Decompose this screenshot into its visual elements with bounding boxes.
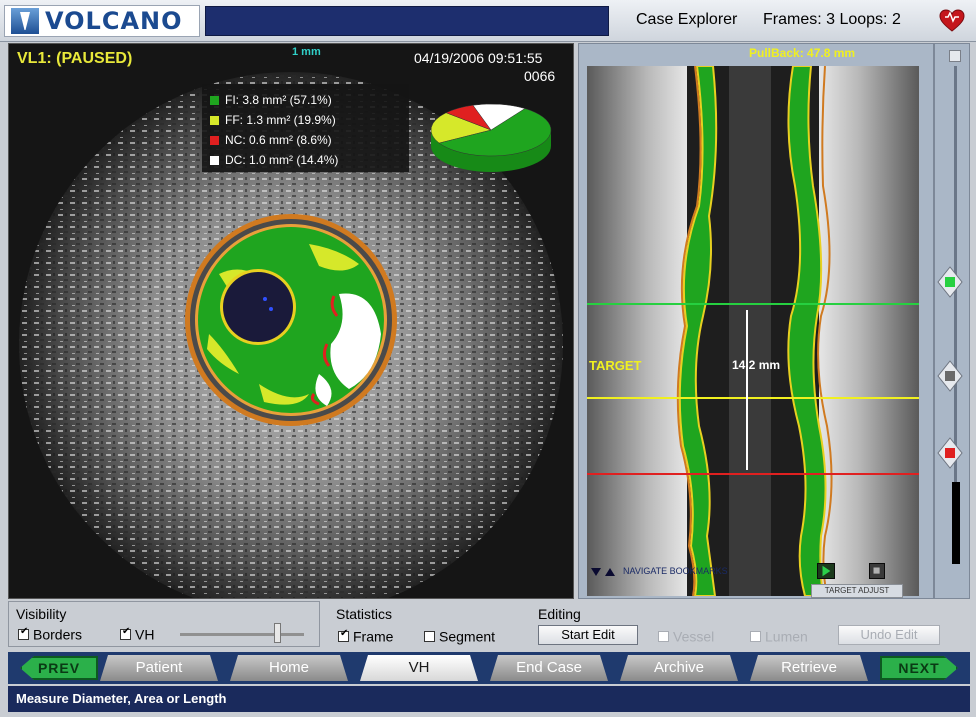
segment-checkbox[interactable]: Segment [424,627,495,644]
header-bar: VOLCANO Case Explorer Frames: 3 Loops: 2 [0,0,976,42]
start-edit-button[interactable]: Start Edit [538,625,638,645]
tab-patient[interactable]: Patient [100,655,218,681]
tab-archive[interactable]: Archive [620,655,738,681]
target-adjust-button[interactable]: TARGET ADJUST [811,584,903,598]
composition-pie-chart [430,103,552,172]
play-button[interactable] [817,563,835,579]
legend-label: FF: 1.3 mm² (19.9%) [225,113,336,127]
vessel-label: Vessel [673,628,715,645]
tab-home[interactable]: Home [230,655,348,681]
frame-checkbox[interactable]: Frame [338,627,393,644]
longitudinal-view-panel: PullBack: 47.8 mm TARGET 14.2 mm NAVIGAT… [578,43,934,599]
scroll-up-arrow-icon[interactable] [949,50,961,62]
navigate-bookmarks-label: NAVIGATE BOOKMARKS [623,566,728,576]
case-explorer-link[interactable]: Case Explorer [636,11,737,29]
lumen-checkbox[interactable]: Lumen [750,627,808,644]
scale-label: 1 mm [292,46,321,58]
longitudinal-image[interactable]: TARGET 14.2 mm [587,66,919,596]
status-bar: Measure Diameter, Area or Length [8,686,970,712]
pullback-length: PullBack: 47.8 mm [749,46,856,60]
legend-label: DC: 1.0 mm² (14.4%) [225,153,339,167]
stop-icon [873,567,880,574]
status-label: VL1: (PAUSED) [17,50,133,67]
header-title-bar [205,6,609,36]
tab-retrieve[interactable]: Retrieve [750,655,868,681]
lumen [223,272,293,342]
status-message: Measure Diameter, Area or Length [16,691,227,706]
lumen-label: Lumen [765,628,808,645]
stop-button[interactable] [869,563,885,579]
vh-checkbox[interactable]: VH [120,625,154,642]
segment-checkbox-box[interactable] [424,630,435,642]
volcano-logo: VOLCANO [4,5,200,37]
navigate-down-icon[interactable] [591,567,601,577]
legend-item: FF: 1.3 mm² (19.9%) [210,110,409,130]
segment-label: Segment [439,628,496,645]
end-bookmark-marker-icon[interactable] [937,437,963,469]
longitudinal-image-graphic [587,66,919,596]
legend-swatch [210,155,219,165]
frame-label: Frame [353,628,394,645]
vessel-checkbox[interactable]: Vessel [658,627,714,644]
frame-checkbox-box[interactable] [338,628,349,642]
undo-edit-button[interactable]: Undo Edit [838,625,940,645]
logo-text: VOLCANO [45,7,183,35]
borders-checkbox-box[interactable] [18,626,29,640]
pie-slices [430,103,552,157]
vessel-checkbox-box[interactable] [658,630,669,642]
legend-label: NC: 0.6 mm² (8.6%) [225,133,332,147]
frame-number: 0066 [524,68,556,84]
legend-swatch [210,95,219,105]
borders-checkbox[interactable]: Borders [18,625,82,642]
target-marker-icon[interactable] [937,360,963,392]
scroll-thumb[interactable] [952,482,960,564]
visibility-title: Visibility [16,606,67,622]
target-label: TARGET [589,358,642,373]
navigation-tab-bar: PREV Patient Home VH End Case Archive Re… [8,652,970,684]
frames-loops-count: Frames: 3 Loops: 2 [763,11,901,28]
timestamp: 04/19/2006 09:51:55 [414,50,543,66]
navigate-up-icon[interactable] [605,567,615,577]
statistics-title: Statistics [336,606,393,622]
opacity-slider-thumb[interactable] [274,623,281,643]
app-window: VOLCANO Case Explorer Frames: 3 Loops: 2 [0,0,976,717]
legend-label: FI: 3.8 mm² (57.1%) [225,93,332,107]
borders-label: Borders [33,626,83,643]
tissue-legend: FI: 3.8 mm² (57.1%) FF: 1.3 mm² (19.9%) … [202,84,409,172]
vh-checkbox-box[interactable] [120,626,131,640]
play-icon [822,565,831,577]
bookmark-scrollbar[interactable] [934,43,970,599]
tab-end-case[interactable]: End Case [490,655,608,681]
legend-swatch [210,115,219,125]
measurement-label: 14.2 mm [732,358,781,372]
vh-label: VH [135,626,155,643]
legend-item: NC: 0.6 mm² (8.6%) [210,130,409,150]
heart-icon[interactable] [939,9,965,33]
controls-panel: Visibility Borders VH Statistics Frame S… [8,601,970,651]
legend-item: DC: 1.0 mm² (14.4%) [210,150,409,170]
editing-title: Editing [538,606,581,622]
ivus-cross-section-panel[interactable]: VL1: (PAUSED) 1 mm 04/19/2006 09:51:55 0… [8,43,574,599]
legend-swatch [210,135,219,145]
tab-vh[interactable]: VH [360,655,478,681]
lumen-checkbox-box[interactable] [750,630,761,642]
start-bookmark-marker-icon[interactable] [937,266,963,298]
volcano-logo-icon [11,8,39,34]
prev-button[interactable]: PREV [20,656,98,680]
next-button[interactable]: NEXT [880,656,958,680]
legend-item: FI: 3.8 mm² (57.1%) [210,90,409,110]
opacity-slider-track[interactable] [180,633,304,636]
